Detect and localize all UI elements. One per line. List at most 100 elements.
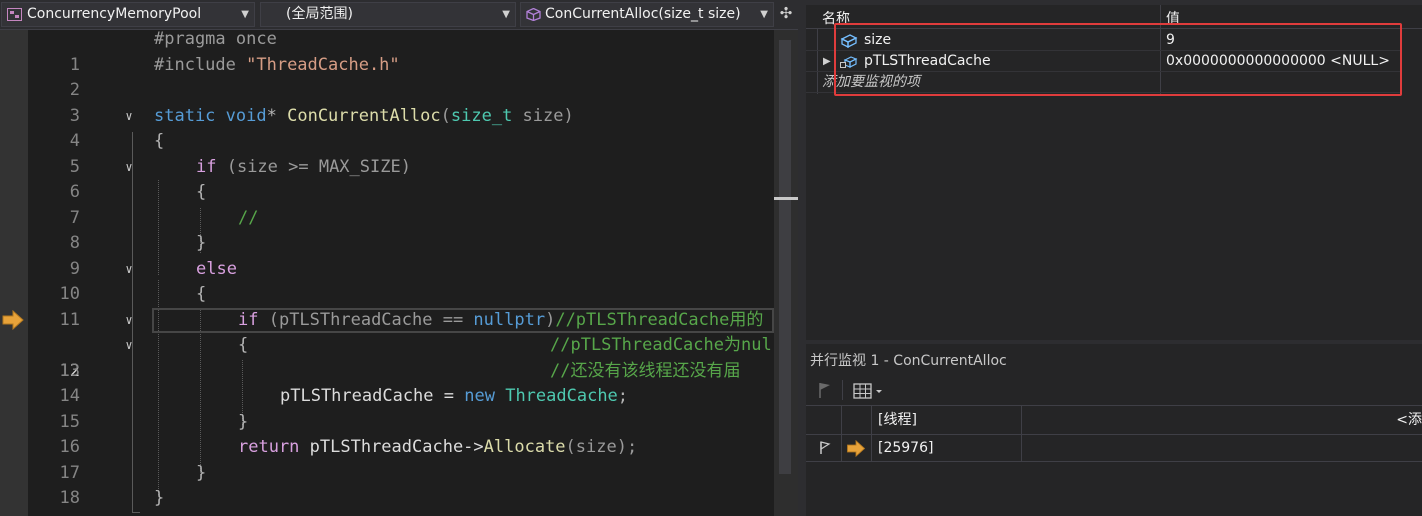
thread-id: [25976]: [872, 435, 1022, 462]
pane-splitter[interactable]: [798, 0, 806, 516]
function-name: ConCurrentAlloc(size_t size): [545, 6, 741, 22]
code-token: {: [154, 131, 165, 151]
current-statement-arrow-icon: [2, 310, 24, 330]
expand-triangle-icon[interactable]: ▶: [823, 51, 831, 72]
columns-grid-icon[interactable]: [852, 379, 886, 401]
code-token: static: [154, 105, 216, 126]
arrow-column-header[interactable]: [842, 406, 872, 435]
code-line[interactable]: 16 }: [28, 410, 774, 458]
code-token: #include: [154, 54, 247, 75]
collapse-chevron-icon[interactable]: ∨: [122, 155, 136, 181]
chevron-down-icon: ▼: [502, 9, 510, 20]
code-token: nullptr: [473, 309, 546, 330]
code-token: }: [238, 411, 249, 432]
toolbar-separator: [842, 380, 843, 400]
vertical-scrollbar[interactable]: [774, 30, 798, 516]
thread-flag-cell[interactable]: [810, 435, 842, 462]
code-token: }: [196, 462, 207, 483]
code-token: }: [154, 488, 165, 508]
collapse-chevron-icon[interactable]: ∨: [122, 308, 136, 334]
code-token: ;: [617, 386, 629, 406]
collapse-chevron-icon[interactable]: ∨: [122, 257, 136, 283]
code-line[interactable]: 11 {: [28, 282, 774, 330]
code-token: if: [238, 309, 259, 330]
code-token: //pTLSThreadCache为nul: [550, 335, 772, 355]
code-token: //还没有该线程还没有届: [550, 360, 741, 381]
watch-scrollbar[interactable]: [1402, 29, 1422, 340]
code-line[interactable]: 13 ∨ { //pTLSThreadCache为nul: [28, 333, 774, 381]
code-line[interactable]: 10 ∨ else: [28, 257, 774, 305]
code-token: (size);: [565, 437, 638, 457]
code-token: //: [238, 207, 259, 228]
parallel-watch-title: 并行监视 1 - ConCurrentAlloc: [810, 353, 1007, 369]
method-icon: [526, 8, 541, 21]
code-line[interactable]: 6 ∨ if (size >= MAX_SIZE): [28, 155, 774, 203]
code-token: else: [196, 258, 237, 279]
code-line[interactable]: 7 {: [28, 180, 774, 228]
code-line[interactable]: 18 }: [28, 461, 774, 509]
code-line[interactable]: 8 //: [28, 206, 774, 254]
project-icon: [7, 8, 22, 21]
flag-icon[interactable]: [818, 441, 832, 455]
project-name: ConcurrencyMemoryPool: [27, 6, 202, 22]
code-area[interactable]: 1 #pragma once 2 #include "ThreadCache.h…: [28, 30, 774, 516]
code-token: (: [440, 105, 451, 126]
parallel-watch-window: 并行监视 1 - ConCurrentAlloc [线程] <添 [25976]: [806, 340, 1422, 516]
scope-dropdown[interactable]: (全局范围) ▼: [260, 2, 516, 27]
chevron-down-icon: ▼: [241, 9, 249, 20]
code-token: "ThreadCache.h": [246, 54, 400, 75]
code-line[interactable]: 2 #include "ThreadCache.h": [28, 53, 774, 101]
code-token: pTLSThreadCache->: [299, 437, 484, 457]
navigation-bar: ConcurrencyMemoryPool ▼ (全局范围) ▼ ConCurr…: [0, 0, 798, 30]
scrollbar-thumb[interactable]: [779, 40, 791, 474]
add-watch-column-header[interactable]: <添: [1022, 406, 1422, 435]
code-line[interactable]: 3: [28, 78, 774, 126]
fold-bracket: [132, 512, 140, 513]
code-line[interactable]: 19 }: [28, 486, 774, 516]
code-token: (size >= MAX_SIZE): [216, 156, 411, 177]
split-window-icon[interactable]: ✣: [776, 2, 796, 27]
code-token: pTLSThreadCache =: [280, 386, 465, 406]
collapse-chevron-icon[interactable]: ∨: [122, 104, 136, 130]
flag-icon[interactable]: [816, 379, 834, 401]
chevron-down-icon: ▼: [760, 9, 768, 20]
collapse-chevron-icon[interactable]: ∨: [122, 333, 136, 359]
scrollbar-caret-marker: [774, 197, 798, 200]
code-token: return: [238, 437, 300, 457]
code-token: Allocate: [483, 437, 566, 457]
code-line[interactable]: 1 #pragma once: [28, 30, 774, 75]
code-line-current[interactable]: 12 ∨ if (pTLSThreadCache == nullptr)//pT…: [28, 307, 774, 381]
line-number: 19: [28, 512, 80, 516]
code-line[interactable]: 15 pTLSThreadCache = new ThreadCache;: [28, 384, 774, 432]
indicator-margin[interactable]: [0, 30, 28, 516]
code-token: if: [196, 156, 217, 177]
watch-window: 名称 值 size 9 ▶ pTLSThreadCache 0x00000000…: [806, 0, 1422, 340]
project-dropdown[interactable]: ConcurrencyMemoryPool ▼: [1, 2, 255, 27]
thread-row[interactable]: [25976]: [806, 435, 1422, 462]
code-token: #pragma once: [154, 30, 277, 49]
flag-column-header[interactable]: [810, 406, 842, 435]
code-line[interactable]: 4 ∨ static void* ConCurrentAlloc(size_t …: [28, 104, 774, 152]
code-token: size: [512, 105, 564, 126]
code-line[interactable]: 14 //还没有该线程还没有届: [28, 359, 774, 407]
highlight-annotation-box: [834, 23, 1402, 96]
code-token: {: [196, 182, 207, 202]
code-token: *: [266, 105, 288, 126]
code-token: void: [225, 105, 267, 126]
code-line[interactable]: 9 }: [28, 231, 774, 279]
parallel-watch-toolbar: [806, 374, 1422, 406]
code-token: ThreadCache: [505, 386, 618, 406]
code-token: //pTLSThreadCache用的: [555, 309, 764, 330]
code-token: ): [563, 105, 574, 126]
thread-column-header[interactable]: [线程]: [872, 406, 1022, 435]
function-dropdown[interactable]: ConCurrentAlloc(size_t size) ▼: [520, 2, 774, 27]
code-token: new: [464, 386, 495, 406]
code-token: {: [238, 335, 249, 355]
code-line[interactable]: 17 return pTLSThreadCache->Allocate(size…: [28, 435, 774, 483]
add-watch-column-label: <添: [1396, 412, 1422, 428]
code-editor[interactable]: ConcurrencyMemoryPool ▼ (全局范围) ▼ ConCurr…: [0, 0, 798, 516]
code-line[interactable]: 5 {: [28, 129, 774, 177]
scope-label: (全局范围): [286, 6, 353, 22]
code-token: size_t: [450, 105, 513, 126]
code-token: }: [196, 233, 207, 253]
